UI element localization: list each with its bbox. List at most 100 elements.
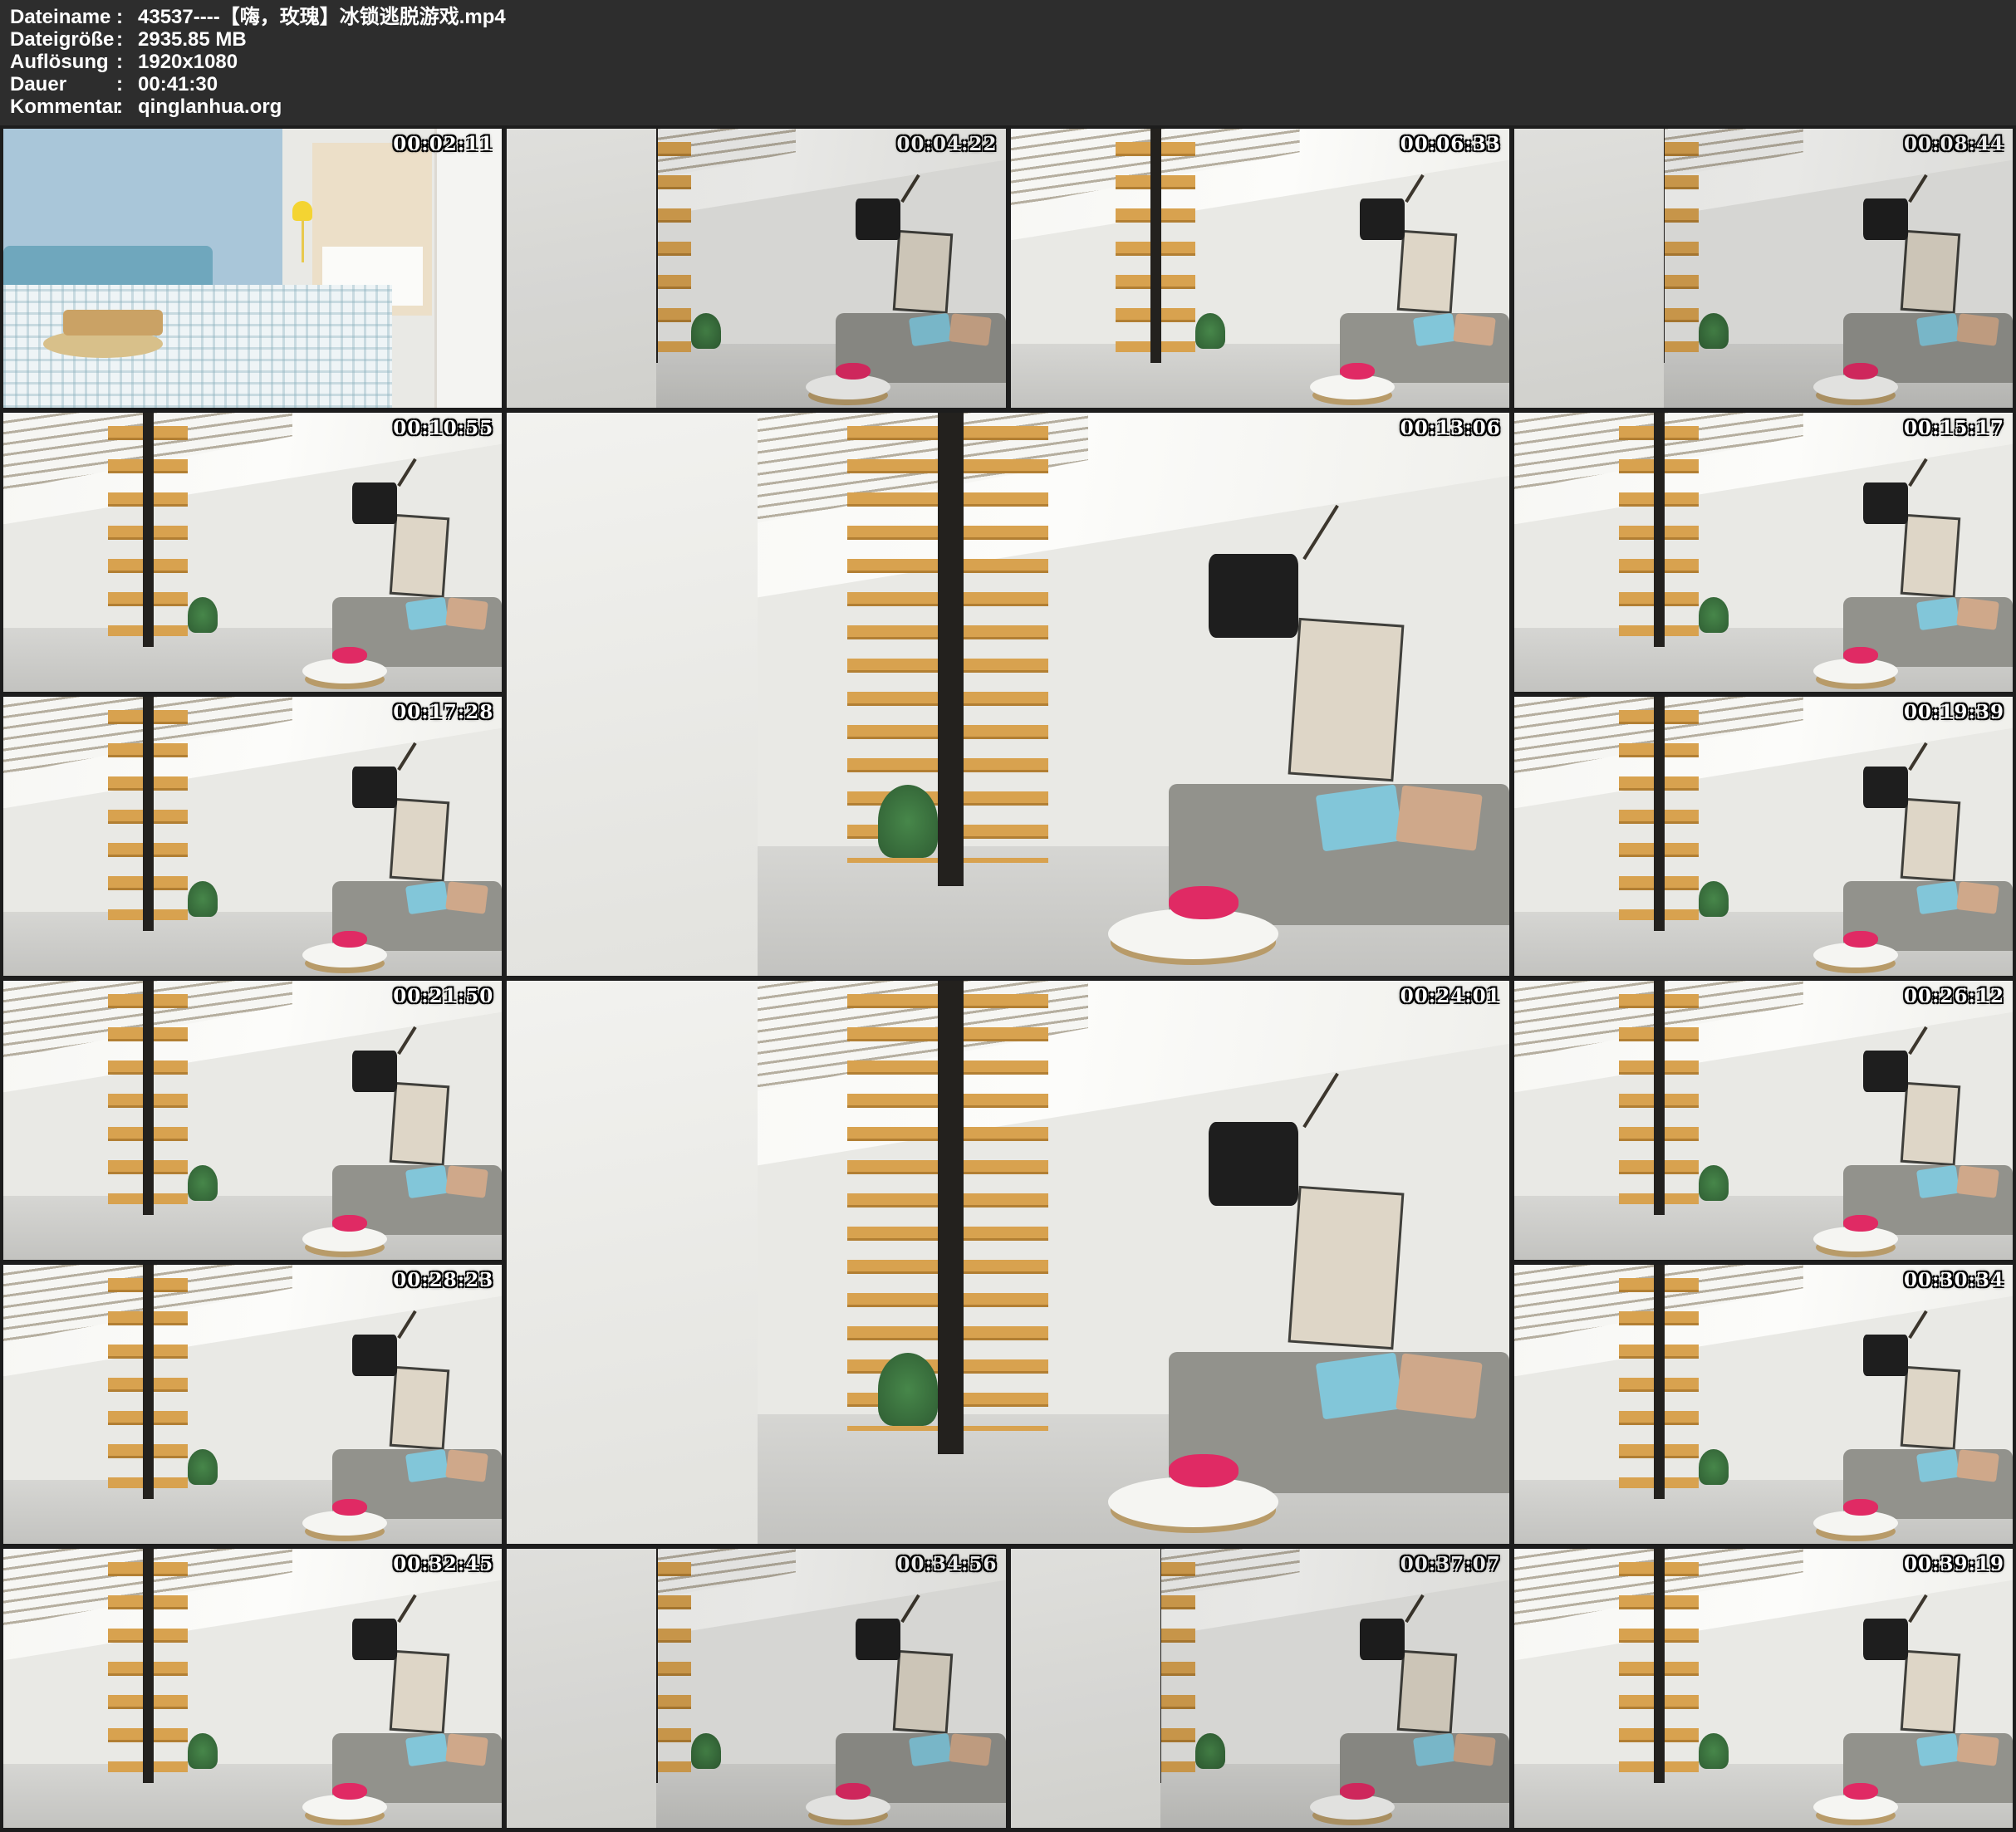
stair-pole-graphic	[143, 413, 154, 647]
wall-lamp-graphic	[1863, 1619, 1908, 1660]
field-separator: :	[116, 6, 138, 28]
pillar-graphic	[507, 129, 656, 408]
pink-cloth-graphic	[1169, 1454, 1239, 1488]
video-thumbnail-tile: 00:34:56	[507, 1549, 1005, 1828]
wall-lamp-graphic	[1360, 198, 1405, 240]
video-thumbnail-tile: 00:13:06	[507, 413, 1509, 976]
pillow-graphic	[1956, 313, 1999, 345]
wall-lamp-graphic	[352, 1051, 397, 1092]
wall-frame-graphic	[390, 1650, 450, 1734]
wall-frame-graphic	[1901, 1082, 1961, 1166]
pillar-graphic	[507, 413, 758, 976]
plant-graphic	[188, 1449, 218, 1486]
pink-cloth-graphic	[836, 1783, 871, 1800]
video-thumbnail-tile: 00:26:12	[1514, 981, 2013, 1260]
video-thumbnail-tile: 00:24:01	[507, 981, 1509, 1544]
pillow-graphic	[405, 1449, 449, 1482]
pink-cloth-graphic	[1843, 363, 1878, 380]
pillow-graphic	[1956, 881, 1999, 914]
pillow-graphic	[405, 1165, 449, 1198]
wall-frame-graphic	[390, 798, 450, 882]
pillow-graphic	[445, 597, 488, 629]
wall-frame-graphic	[1396, 1650, 1457, 1734]
wall-lamp-graphic	[856, 1619, 900, 1660]
floor-lamp-graphic	[292, 201, 312, 221]
pillow-graphic	[1315, 1353, 1402, 1420]
pink-cloth-graphic	[332, 647, 367, 664]
wall-lamp-graphic	[1209, 1122, 1299, 1207]
timestamp-overlay: 00:04:22	[896, 133, 997, 155]
stair-pole-graphic	[938, 413, 964, 886]
pillow-graphic	[1916, 597, 1960, 630]
pink-cloth-graphic	[1843, 1499, 1878, 1516]
pillow-graphic	[1413, 313, 1456, 346]
filename-value: 43537----【嗨，玫瑰】冰锁逃脱游戏.mp4	[138, 6, 2008, 28]
meta-row-filename: Dateiname:43537----【嗨，玫瑰】冰锁逃脱游戏.mp4	[10, 6, 2008, 28]
comment-value: qinglanhua.org	[138, 96, 2008, 118]
video-thumbnail-tile: 00:15:17	[1514, 413, 2013, 692]
pink-cloth-graphic	[332, 1499, 367, 1516]
wall-frame-graphic	[1901, 1650, 1961, 1734]
wall-lamp-graphic	[1863, 482, 1908, 524]
wall-lamp-graphic	[1863, 1051, 1908, 1092]
pillar-graphic	[507, 981, 758, 1544]
pillow-graphic	[1916, 1449, 1960, 1482]
plant-graphic	[188, 881, 218, 918]
timestamp-overlay: 00:37:07	[1400, 1553, 1501, 1575]
wall-lamp-graphic	[352, 1619, 397, 1660]
pink-cloth-graphic	[1843, 1215, 1878, 1232]
pink-cloth-graphic	[1169, 886, 1239, 920]
plant-graphic	[1699, 1733, 1729, 1770]
timestamp-overlay: 00:08:44	[1904, 133, 2004, 155]
stair-pole-graphic	[1654, 697, 1665, 931]
pillow-graphic	[1396, 1354, 1482, 1419]
wall-frame-graphic	[1901, 1366, 1961, 1450]
plant-graphic	[1699, 1449, 1729, 1486]
meta-row-comment: Kommentar:qinglanhua.org	[10, 96, 2008, 118]
pillow-graphic	[1413, 1733, 1456, 1766]
timestamp-overlay: 00:39:19	[1904, 1553, 2004, 1575]
field-separator: :	[116, 96, 138, 118]
video-thumbnail-tile: 00:17:28	[3, 697, 502, 976]
plant-graphic	[188, 1165, 218, 1202]
pillow-graphic	[405, 597, 449, 630]
pillow-graphic	[1453, 1733, 1496, 1766]
field-label: Kommentar	[10, 96, 116, 118]
wall-frame-graphic	[1901, 798, 1961, 882]
wall-frame-graphic	[1288, 618, 1405, 781]
pillar-graphic	[507, 1549, 656, 1828]
field-label: Auflösung	[10, 51, 116, 73]
wall-lamp-graphic	[1360, 1619, 1405, 1660]
plant-graphic	[1699, 881, 1729, 918]
pillow-graphic	[1916, 1165, 1960, 1198]
pillow-graphic	[445, 1733, 488, 1766]
pink-cloth-graphic	[1843, 931, 1878, 948]
plant-graphic	[691, 1733, 721, 1770]
stair-pole-graphic	[938, 981, 964, 1454]
timestamp-overlay: 00:32:45	[393, 1553, 493, 1575]
pillow-graphic	[1956, 1733, 1999, 1766]
pillow-graphic	[445, 881, 488, 914]
pillow-graphic	[1315, 785, 1402, 852]
plant-graphic	[878, 785, 938, 858]
wall-frame-graphic	[390, 1366, 450, 1450]
pillar-graphic	[1514, 129, 1664, 408]
plant-graphic	[1699, 597, 1729, 634]
wall-lamp-graphic	[352, 767, 397, 808]
filesize-value: 2935.85 MB	[138, 28, 2008, 51]
timestamp-overlay: 00:06:33	[1400, 133, 1501, 155]
pillow-graphic	[445, 1449, 488, 1482]
plant-graphic	[1195, 1733, 1225, 1770]
pink-cloth-graphic	[332, 931, 367, 948]
plant-graphic	[1699, 313, 1729, 350]
meta-row-resolution: Auflösung:1920x1080	[10, 51, 2008, 73]
thumbnail-grid: 00:02:11 00:04:22	[0, 125, 2016, 1831]
timestamp-overlay: 00:10:55	[393, 417, 493, 439]
timestamp-overlay: 00:13:06	[1400, 417, 1501, 439]
video-thumbnail-tile: 00:21:50	[3, 981, 502, 1260]
stair-pole-graphic	[1150, 129, 1161, 363]
pink-cloth-graphic	[1843, 1783, 1878, 1800]
field-label: Dateiname	[10, 6, 116, 28]
wall-lamp-graphic	[352, 482, 397, 524]
video-thumbnail-tile: 00:39:19	[1514, 1549, 2013, 1828]
